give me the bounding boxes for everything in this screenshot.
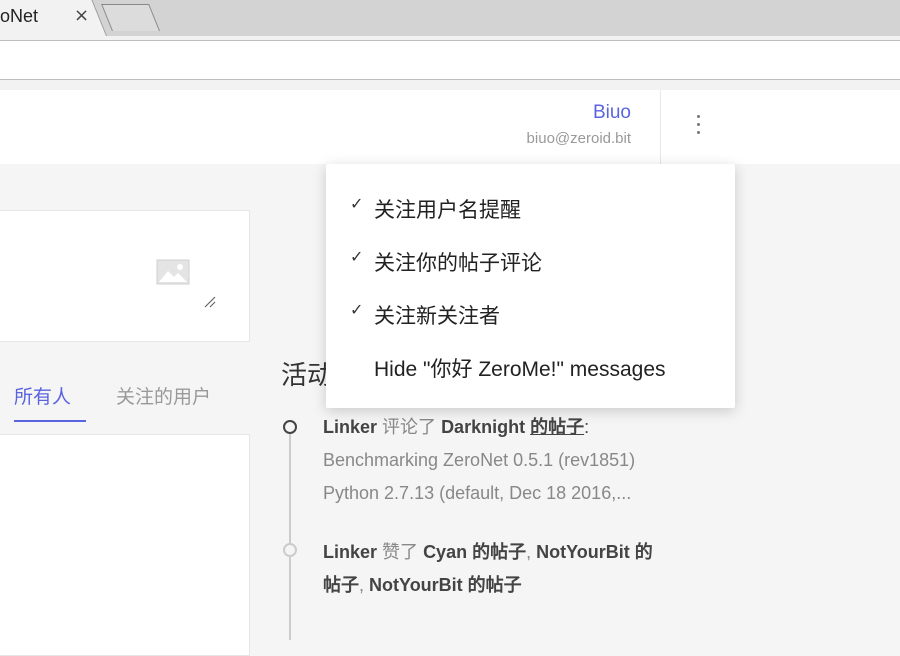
menu-item-hide-hello[interactable]: Hide "你好 ZeroMe!" messages: [326, 341, 735, 393]
activity-target-user[interactable]: Darknight: [441, 417, 525, 437]
tab-following[interactable]: 关注的用户: [116, 382, 211, 409]
menu-item-follower-notify[interactable]: ✓ 关注新关注者: [326, 288, 735, 340]
activity-user[interactable]: Linker: [323, 542, 377, 562]
image-icon[interactable]: [156, 259, 190, 285]
activity-colon: :: [584, 417, 590, 437]
menu-item-label: Hide "你好 ZeroMe!" messages: [374, 358, 666, 381]
timeline-dot: [283, 420, 297, 434]
activity-verb: 赞了: [382, 542, 419, 562]
timeline-line: [289, 430, 291, 640]
activity-preview-line: Benchmarking ZeroNet 0.5.1 (rev1851): [323, 450, 636, 470]
activity-separator: ,: [359, 575, 365, 595]
timeline-dot: [283, 543, 297, 557]
check-icon: ✓: [350, 247, 364, 266]
check-icon: ✓: [350, 300, 364, 319]
activity-item: Linker 赞了 Cyan 的帖子, NotYourBit 的 帖子, Not…: [323, 536, 653, 602]
activity-post-link[interactable]: NotYourBit 的帖子: [369, 575, 522, 595]
activity-post-link[interactable]: Cyan 的帖子: [423, 542, 526, 562]
activity-separator: ,: [526, 542, 532, 562]
tab-all[interactable]: 所有人: [14, 382, 71, 409]
more-vertical-icon[interactable]: [688, 110, 708, 144]
user-name[interactable]: Biuo: [593, 102, 631, 124]
close-icon[interactable]: ×: [74, 5, 89, 26]
activity-post-link[interactable]: 帖子: [323, 575, 359, 595]
activity-item: Linker 评论了 Darknight 的帖子: Benchmarking Z…: [323, 411, 635, 510]
menu-item-comment-notify[interactable]: ✓ 关注你的帖子评论: [326, 235, 735, 287]
activity-post-link[interactable]: NotYourBit 的: [536, 542, 653, 562]
resize-handle-icon[interactable]: [203, 295, 217, 309]
menu-item-label: 关注你的帖子评论: [374, 251, 542, 275]
browser-toolbar: [0, 36, 900, 91]
activity-verb: 评论了: [382, 417, 437, 437]
user-email: biuo@zeroid.bit: [526, 130, 631, 147]
activity-user[interactable]: Linker: [323, 417, 377, 437]
menu-item-mention-notify[interactable]: ✓ 关注用户名提醒: [326, 182, 735, 234]
active-tab-indicator: [14, 420, 86, 422]
feed-panel: [0, 434, 250, 656]
menu-item-label: 关注新关注者: [374, 304, 500, 328]
activity-preview-line: Python 2.7.13 (default, Dec 18 2016,...: [323, 483, 632, 503]
address-bar[interactable]: [0, 40, 900, 80]
check-icon: ✓: [350, 194, 364, 213]
menu-item-label: 关注用户名提醒: [374, 198, 521, 222]
app-header: Biuo biuo@zeroid.bit: [0, 90, 900, 164]
settings-dropdown-menu: ✓ 关注用户名提醒 ✓ 关注你的帖子评论 ✓ 关注新关注者 Hide "你好 Z…: [326, 164, 735, 408]
new-post-textarea[interactable]: [0, 210, 250, 342]
new-tab-button[interactable]: [101, 4, 160, 31]
header-divider: [660, 90, 661, 164]
browser-tab-bar: oNet ×: [0, 0, 900, 36]
browser-tab-title: oNet: [0, 6, 39, 26]
activity-post-link[interactable]: 的帖子: [530, 417, 584, 437]
